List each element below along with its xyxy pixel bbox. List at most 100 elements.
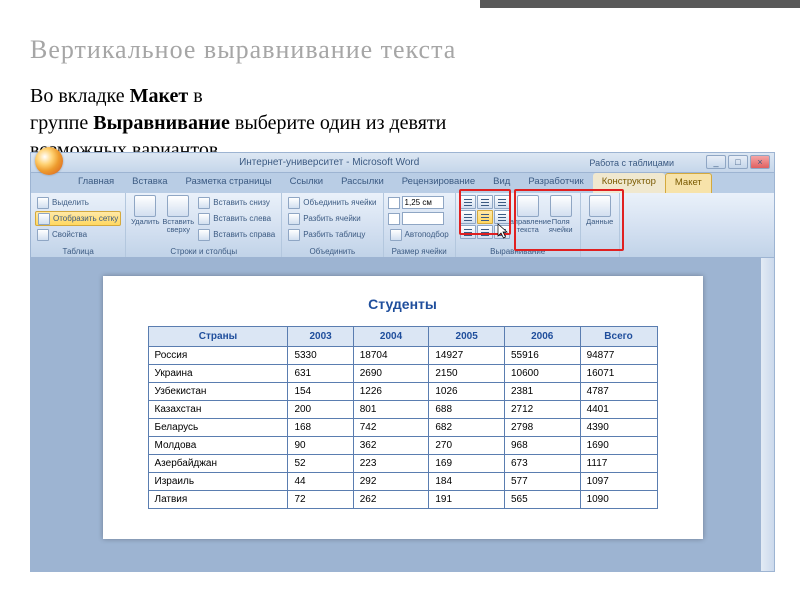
tab-pagelayout[interactable]: Разметка страницы [176, 173, 280, 193]
select-button[interactable]: Выделить [35, 195, 121, 210]
table-cell: 1226 [353, 383, 429, 401]
titlebar: Интернет-университет - Microsoft Word Ра… [31, 153, 774, 173]
table-cell: 55916 [504, 347, 580, 365]
group-merge: Объединить ячейки Разбить ячейки Разбить… [282, 193, 383, 257]
table-header: 2004 [353, 327, 429, 347]
split-icon [288, 213, 300, 225]
table-cell: 1097 [580, 473, 657, 491]
col-width-input[interactable] [388, 211, 451, 226]
align-top-right[interactable] [494, 195, 510, 209]
insert-left-button[interactable]: Вставить слева [196, 211, 277, 226]
align-top-center[interactable] [477, 195, 493, 209]
align-bot-right[interactable] [494, 225, 510, 239]
table-cell: 4787 [580, 383, 657, 401]
group-alignment: Направление текста Поля ячейки Выравнива… [456, 193, 581, 257]
insert-top-button[interactable]: Вставить сверху [163, 195, 193, 246]
align-bot-left[interactable] [460, 225, 476, 239]
vertical-scrollbar[interactable] [760, 258, 774, 571]
tab-home[interactable]: Главная [69, 173, 123, 193]
table-header: 2005 [429, 327, 505, 347]
tab-developer[interactable]: Разработчик [519, 173, 592, 193]
align-bot-center[interactable] [477, 225, 493, 239]
tab-review[interactable]: Рецензирование [393, 173, 484, 193]
autofit-button[interactable]: Автоподбор [388, 227, 451, 242]
doc-heading: Студенты [148, 296, 658, 312]
row-height-input[interactable] [388, 195, 451, 210]
table-cell: 1690 [580, 437, 657, 455]
table-cell: 191 [429, 491, 505, 509]
tab-links[interactable]: Ссылки [281, 173, 332, 193]
table-cell: Молдова [148, 437, 288, 455]
close-button[interactable]: × [750, 155, 770, 169]
document-page: Студенты Страны2003200420052006Всего Рос… [103, 276, 703, 539]
table-row: Латвия722621915651090 [148, 491, 657, 509]
tab-view[interactable]: Вид [484, 173, 519, 193]
table-cell: 2712 [504, 401, 580, 419]
table-cell: Казахстан [148, 401, 288, 419]
table-row: Казахстан20080168827124401 [148, 401, 657, 419]
table-cell: 1090 [580, 491, 657, 509]
group-label [585, 255, 615, 256]
table-cell: 2381 [504, 383, 580, 401]
insert-bottom-button[interactable]: Вставить снизу [196, 195, 277, 210]
table-cell: 688 [429, 401, 505, 419]
text-direction-icon [517, 195, 539, 217]
properties-button[interactable]: Свойства [35, 227, 121, 242]
merge-icon [288, 197, 300, 209]
students-table: Страны2003200420052006Всего Россия533018… [148, 326, 658, 509]
merge-cells-button[interactable]: Объединить ячейки [286, 195, 378, 210]
tab-design[interactable]: Конструктор [593, 173, 665, 193]
window-controls: _ □ × [706, 155, 770, 169]
align-top-left[interactable] [460, 195, 476, 209]
height-field[interactable] [402, 196, 444, 209]
split-cells-button[interactable]: Разбить ячейки [286, 211, 378, 226]
maximize-button[interactable]: □ [728, 155, 748, 169]
group-rows-cols: Удалить Вставить сверху Вставить снизу В… [126, 193, 282, 257]
delete-icon [134, 195, 156, 217]
table-cell: 5330 [288, 347, 353, 365]
text-direction-button[interactable]: Направление текста [513, 195, 543, 246]
align-mid-left[interactable] [460, 210, 476, 224]
table-cell: 94877 [580, 347, 657, 365]
tab-insert[interactable]: Вставка [123, 173, 176, 193]
width-field[interactable] [402, 212, 444, 225]
table-cell: Россия [148, 347, 288, 365]
insert-right-button[interactable]: Вставить справа [196, 227, 277, 242]
table-cell: 968 [504, 437, 580, 455]
tab-mailings[interactable]: Рассылки [332, 173, 393, 193]
table-cell: Узбекистан [148, 383, 288, 401]
table-row: Узбекистан1541226102623814787 [148, 383, 657, 401]
data-button[interactable]: Данные [585, 195, 615, 255]
ribbon: Выделить Отобразить сетку Свойства Табли… [31, 193, 774, 258]
table-cell: 631 [288, 365, 353, 383]
cell-margins-button[interactable]: Поля ячейки [546, 195, 576, 246]
txt-bold: Выравнивание [93, 112, 230, 134]
table-cell: Украина [148, 365, 288, 383]
align-mid-right[interactable] [494, 210, 510, 224]
split-table-button[interactable]: Разбить таблицу [286, 227, 378, 242]
table-row: Украина631269021501060016071 [148, 365, 657, 383]
split-table-icon [288, 229, 300, 241]
align-mid-center[interactable] [477, 210, 493, 224]
table-cell: Латвия [148, 491, 288, 509]
window-title: Интернет-университет - Microsoft Word [69, 157, 589, 168]
table-cell: 4390 [580, 419, 657, 437]
show-grid-button[interactable]: Отобразить сетку [35, 211, 121, 226]
table-cell: 184 [429, 473, 505, 491]
delete-button[interactable]: Удалить [130, 195, 160, 246]
table-cell: 169 [429, 455, 505, 473]
context-tab-label: Работа с таблицами [589, 158, 674, 168]
tab-layout[interactable]: Макет [665, 173, 712, 193]
minimize-button[interactable]: _ [706, 155, 726, 169]
document-area[interactable]: Студенты Страны2003200420052006Всего Рос… [31, 258, 774, 571]
table-cell: 577 [504, 473, 580, 491]
select-icon [37, 197, 49, 209]
table-cell: 292 [353, 473, 429, 491]
table-cell: 2150 [429, 365, 505, 383]
office-button[interactable] [35, 147, 63, 175]
table-cell: 801 [353, 401, 429, 419]
height-icon [388, 197, 400, 209]
table-cell: 682 [429, 419, 505, 437]
table-cell: 16071 [580, 365, 657, 383]
txt: группе [30, 112, 93, 134]
